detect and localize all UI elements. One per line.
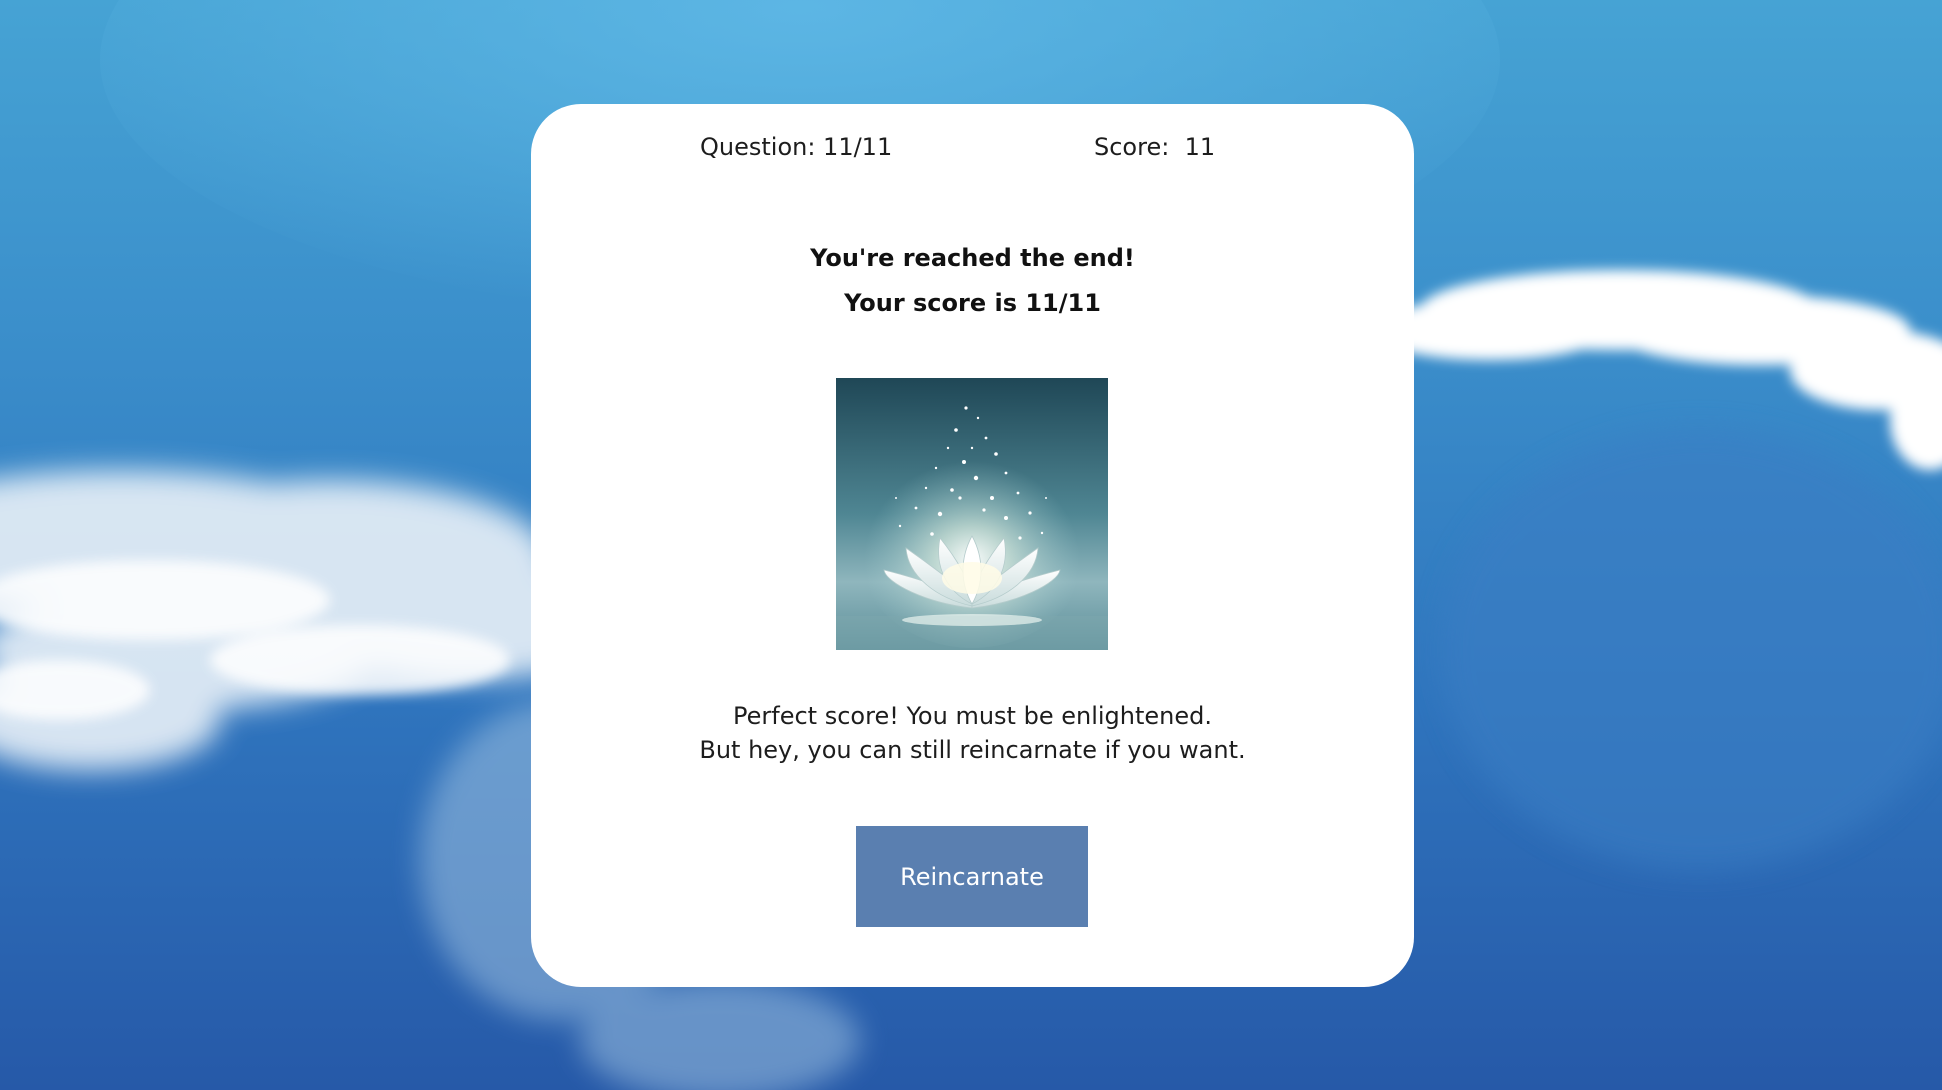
question-counter: Question: 11/11 <box>700 133 893 161</box>
final-score-heading: Your score is 11/11 <box>844 289 1101 317</box>
result-message-line-2: But hey, you can still reincarnate if yo… <box>699 736 1246 764</box>
end-heading: You're reached the end! <box>810 244 1135 272</box>
lotus-image <box>836 378 1108 650</box>
result-message-line-1: Perfect score! You must be enlightened. <box>733 702 1212 730</box>
result-card: Question: 11/11 Score: 11 You're reached… <box>531 104 1414 987</box>
score-counter: Score: 11 <box>1094 133 1216 161</box>
reincarnate-button[interactable]: Reincarnate <box>856 826 1088 927</box>
